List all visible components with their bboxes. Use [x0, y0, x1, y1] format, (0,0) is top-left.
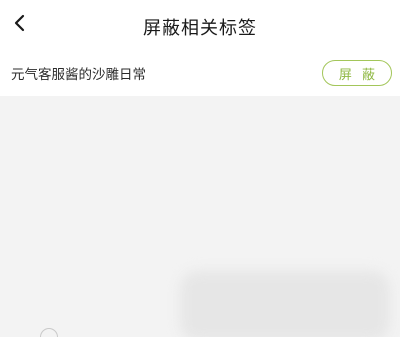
page-title: 屏蔽相关标签: [143, 18, 257, 39]
circle-icon: [40, 328, 58, 337]
content-area: [0, 96, 400, 337]
block-button[interactable]: 屏 蔽: [322, 60, 392, 86]
blurred-region: [180, 271, 390, 337]
tag-label: 元气客服酱的沙雕日常: [11, 67, 146, 83]
tag-list-item: 元气客服酱的沙雕日常 屏 蔽: [0, 52, 400, 94]
top-navigation-bar: 屏蔽相关标签: [0, 0, 400, 48]
